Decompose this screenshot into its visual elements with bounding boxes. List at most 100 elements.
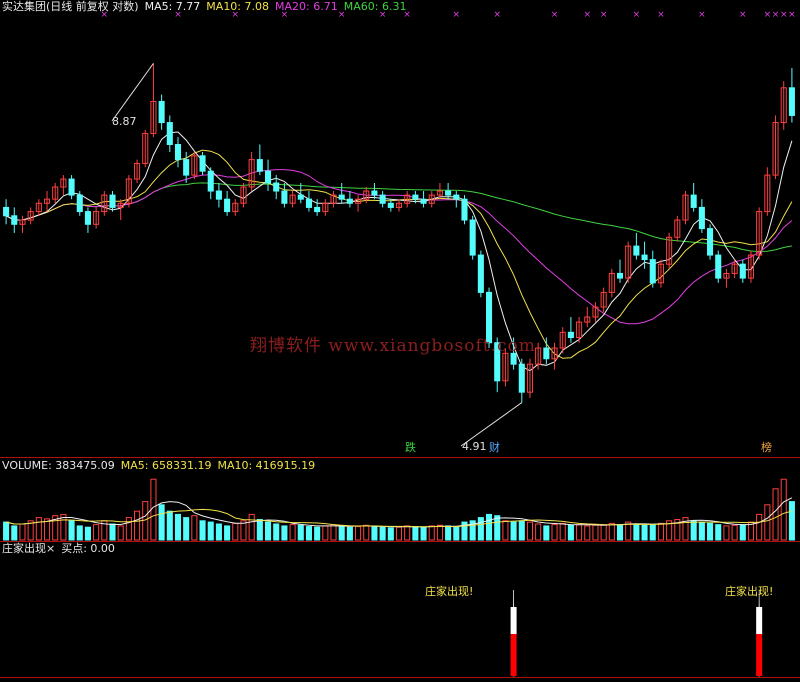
volume-bar	[125, 517, 132, 541]
volume-bar	[174, 513, 182, 541]
volume-bar	[379, 526, 386, 541]
top-marker: ×	[453, 10, 461, 20]
volume-bar	[322, 525, 329, 541]
signal-bar-top	[756, 607, 763, 634]
volume-bar	[3, 521, 10, 541]
candle-body	[649, 259, 656, 284]
candle-body	[445, 190, 452, 196]
volume-bar	[772, 488, 779, 541]
volume-bar	[477, 517, 484, 541]
volume-bar	[395, 526, 403, 541]
volume-bar	[616, 524, 624, 541]
volume-bar	[502, 520, 509, 541]
volume-bar	[355, 526, 362, 541]
signal-panel-header: 庄家出现× 买点: 0.00	[2, 542, 121, 556]
volume-bar	[543, 525, 550, 541]
volume-bar	[305, 526, 312, 541]
candle-body	[698, 206, 705, 230]
max-price-pointer	[111, 63, 154, 122]
min-price-label: 4.91	[462, 440, 487, 453]
signal-label-1: 庄家出现!	[425, 585, 474, 598]
volume-bar	[330, 524, 337, 541]
volume-bar	[76, 525, 83, 541]
volume-bar	[142, 501, 149, 541]
top-marker: ×	[739, 10, 747, 20]
volume-ma5-readout: MA5: 658331.19	[120, 459, 212, 472]
bang-tag[interactable]: 榜	[759, 441, 774, 454]
candle-body	[84, 211, 91, 225]
volume-bar	[109, 523, 116, 541]
top-marker: ×	[583, 10, 591, 20]
volume-readout: VOLUME: 383475.09	[2, 459, 115, 472]
signal-bar	[756, 634, 763, 676]
candle-body	[297, 194, 304, 200]
candle-body	[314, 206, 321, 213]
volume-bar	[788, 501, 795, 541]
volume-bar	[592, 524, 599, 541]
volume-bar	[715, 524, 722, 541]
candle-body	[3, 206, 10, 217]
candle-body	[215, 190, 222, 200]
candle-body	[273, 182, 280, 192]
volume-bar	[93, 524, 100, 541]
volume-bar	[428, 525, 435, 541]
candle-body	[707, 228, 714, 256]
volume-bar	[273, 523, 280, 541]
volume-bar	[232, 522, 239, 541]
volume-bar	[436, 524, 443, 541]
candle-body	[788, 87, 795, 116]
signal-bar-top	[510, 607, 517, 634]
die-tag[interactable]: 跌	[403, 441, 418, 454]
volume-bar	[707, 522, 714, 541]
volume-bar	[183, 517, 190, 541]
candle-body	[183, 159, 190, 176]
volume-bar	[567, 524, 574, 541]
volume-bar	[191, 515, 198, 541]
volume-bar	[780, 478, 787, 541]
candle-body	[477, 254, 484, 293]
volume-bar	[11, 525, 18, 541]
candle-body	[199, 155, 206, 172]
volume-bar	[756, 513, 763, 541]
signal-label-2: 庄家出现!	[725, 585, 774, 598]
volume-bar	[215, 523, 222, 541]
candle-body	[543, 347, 550, 360]
candle-body	[461, 198, 468, 221]
volume-bar	[584, 525, 591, 541]
candle-body	[68, 178, 75, 196]
top-marker: ×	[657, 10, 665, 20]
signal-title: 庄家出现	[2, 542, 46, 555]
candle-body	[109, 194, 116, 208]
candle-body	[338, 194, 345, 200]
candle-body	[739, 263, 746, 279]
close-mark[interactable]: ×	[46, 542, 55, 555]
top-marker: ×	[764, 10, 772, 20]
candle-body	[616, 272, 624, 279]
ma5-readout: MA5: 7.77	[144, 0, 201, 13]
stock-title: 实达集团(日线 前复权 对数)	[2, 0, 139, 13]
volume-bar	[486, 513, 493, 541]
candle-body	[166, 122, 173, 146]
volume-bar	[158, 504, 165, 541]
candle-body	[567, 331, 574, 339]
candle-body	[379, 194, 386, 204]
top-marker: ×	[633, 10, 641, 20]
volume-bar	[224, 525, 231, 541]
volume-bar	[723, 525, 730, 541]
volume-bar	[404, 525, 411, 541]
volume-bar	[134, 510, 141, 541]
candle-body	[641, 254, 648, 261]
ma20-line	[5, 169, 793, 325]
top-marker: ×	[780, 10, 788, 20]
volume-bar	[338, 525, 345, 541]
cai-tag[interactable]: 财	[487, 441, 502, 454]
volume-bar	[445, 525, 452, 541]
candle-body	[207, 170, 214, 192]
volume-bar	[264, 521, 272, 541]
volume-bar	[68, 520, 75, 541]
volume-bar	[363, 524, 370, 541]
top-marker: ×	[600, 10, 608, 20]
max-price-label: 8.87	[112, 115, 137, 128]
candle-body	[281, 190, 288, 204]
volume-bar	[764, 504, 771, 541]
